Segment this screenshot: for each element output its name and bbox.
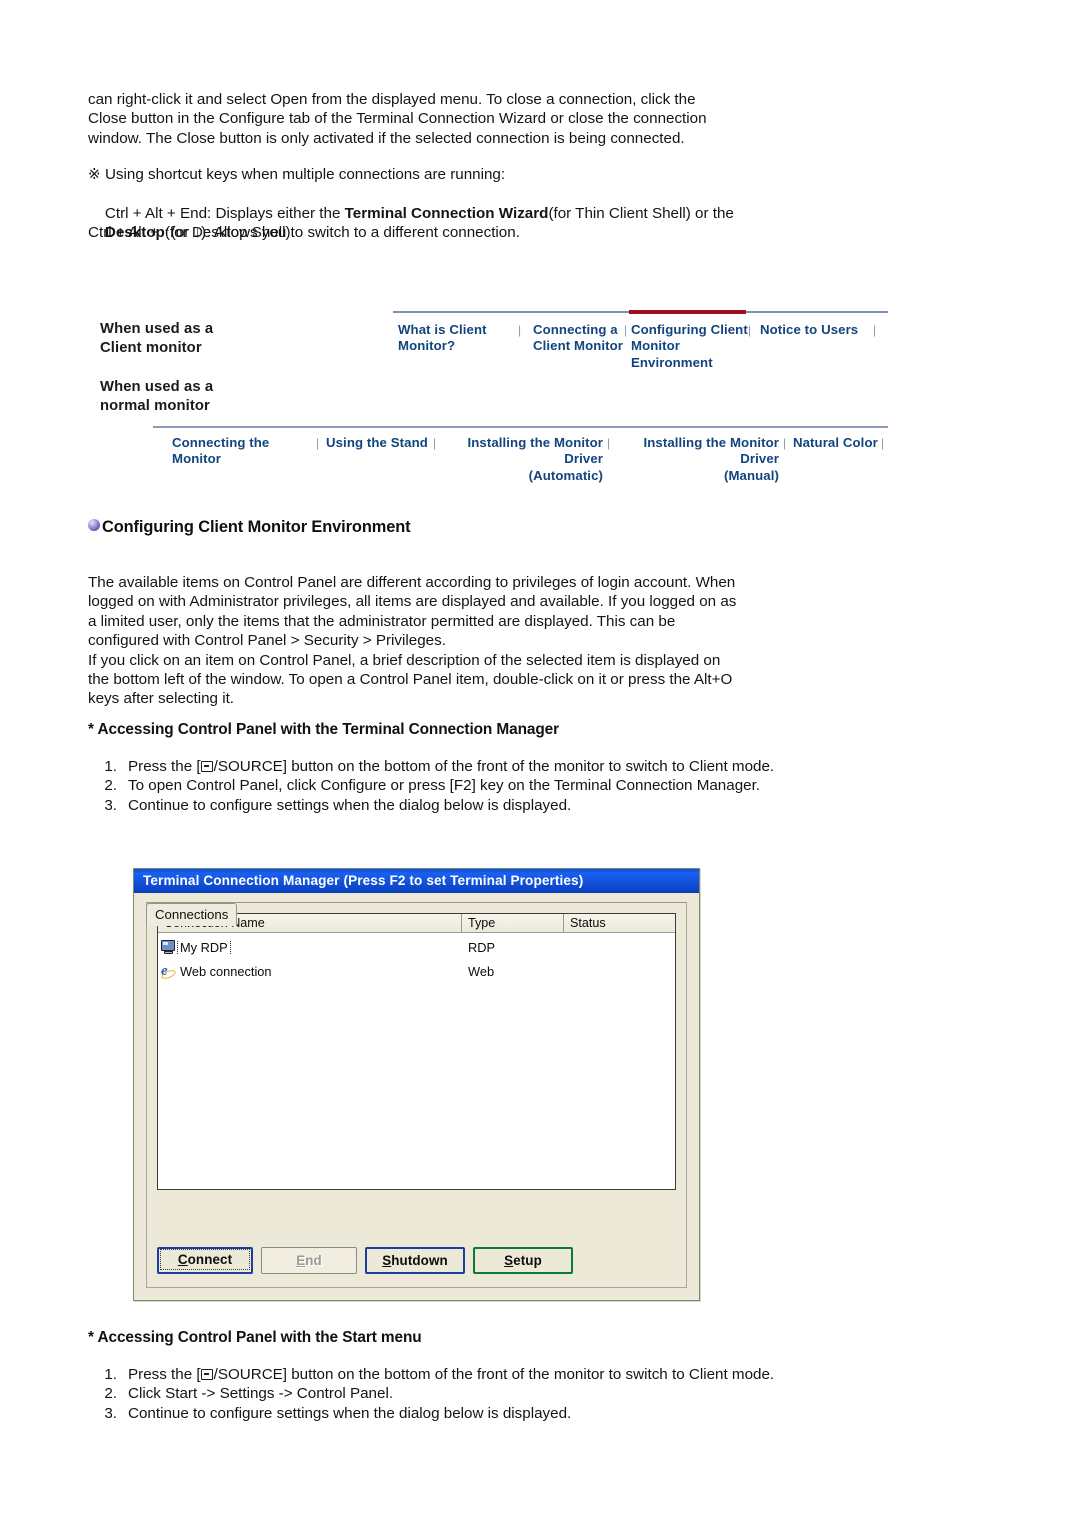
procedure-1-heading: * Accessing Control Panel with the Termi…: [88, 721, 559, 738]
terminal-connection-manager-dialog: Terminal Connection Manager (Press F2 to…: [133, 868, 700, 1301]
nav-link-natural-color[interactable]: Natural Color: [793, 435, 893, 451]
shutdown-button-accel: S: [382, 1253, 392, 1268]
setup-button[interactable]: Setup: [473, 1247, 573, 1274]
nav-group1-line1: When used as a: [100, 321, 214, 337]
nav-row2-rule: [153, 426, 888, 428]
nav-group1-line2: Client monitor: [100, 340, 202, 356]
nav-link-notice-to-users[interactable]: Notice to Users: [760, 322, 870, 338]
list-item: 2. To open Control Panel, click Configur…: [98, 776, 798, 795]
shortcut-heading: ※ Using shortcut keys when multiple conn…: [88, 166, 506, 183]
source-button-glyph-icon: [201, 1369, 214, 1380]
section-bullet-icon: [88, 519, 100, 531]
internet-explorer-icon: e: [160, 964, 177, 979]
list-item-number: 2.: [104, 1385, 117, 1403]
page-title: Configuring Client Monitor Environment: [102, 518, 411, 536]
nav-link-connecting-a-client-monitor[interactable]: Connecting a Client Monitor: [533, 322, 631, 355]
column-header-type[interactable]: Type: [462, 914, 564, 933]
connect-button-label: onnect: [187, 1252, 233, 1267]
nav-separator: |: [881, 436, 885, 450]
nav-link-connecting-the-monitor[interactable]: Connecting the Monitor: [172, 435, 312, 468]
dialog-title-bar: Terminal Connection Manager (Press F2 to…: [134, 869, 699, 893]
nav-separator: |: [748, 323, 752, 337]
source-button-glyph-icon: [201, 761, 214, 772]
nav-link-what-is-client-monitor[interactable]: What is Client Monitor?: [398, 322, 506, 355]
list-item-text: Press the [ /SOURCE] button on the bottom…: [128, 1365, 798, 1384]
end-button: End: [261, 1247, 357, 1274]
list-item-text: Continue to configure settings when the …: [128, 796, 572, 814]
connect-button[interactable]: Connect: [157, 1247, 253, 1274]
list-item-number: 1.: [104, 758, 117, 775]
row-connection-name: My RDP: [158, 939, 462, 955]
nav-active-indicator: [629, 310, 746, 314]
list-item-text: Continue to configure settings when the …: [128, 1404, 572, 1422]
list-item-text: Press the [ /SOURCE] button on the bottom…: [128, 757, 798, 776]
connection-name-label: Web connection: [180, 963, 272, 979]
dialog-button-row: Connect End Shutdown Setup: [157, 1247, 676, 1275]
row-connection-name: e Web connection: [158, 964, 462, 979]
list-item-number: 3.: [104, 796, 117, 814]
row-type: Web: [468, 963, 495, 979]
document-page: can right-click it and select Open from …: [0, 0, 1080, 1528]
nav-link-using-the-stand[interactable]: Using the Stand: [326, 435, 430, 451]
nav-group-normal-monitor-label: When used as a normal monitor: [100, 378, 213, 416]
list-item-number: 1.: [104, 1366, 117, 1383]
shutdown-button[interactable]: Shutdown: [365, 1247, 465, 1274]
connections-listview[interactable]: Connection Name Type Status My RDP RDP: [157, 913, 676, 1190]
nav-link-installing-monitor-driver-automatic[interactable]: Installing the Monitor Driver (Automatic…: [441, 435, 603, 484]
section-body-text: The available items on Control Panel are…: [88, 574, 737, 708]
list-item: 1. Press the [ /SOURCE] button on the bot…: [98, 1365, 798, 1384]
list-item: 3. Continue to configure settings when t…: [98, 796, 798, 815]
nav-group2-line2: normal monitor: [100, 398, 210, 414]
list-item: 2. Click Start -> Settings -> Control Pa…: [98, 1384, 798, 1403]
nav-separator: |: [316, 436, 320, 450]
procedure-2-heading: * Accessing Control Panel with the Start…: [88, 1329, 422, 1346]
end-button-label: nd: [305, 1253, 322, 1268]
nav-separator: |: [873, 323, 877, 337]
list-item: 1. Press the [ /SOURCE] button on the bot…: [98, 757, 798, 776]
table-row[interactable]: e Web connection Web: [158, 959, 675, 983]
nav-link-configuring-client-monitor-environment[interactable]: Configuring Client Monitor Environment: [631, 322, 753, 371]
nav-separator: |: [624, 323, 628, 337]
nav-separator: |: [433, 436, 437, 450]
shortcut-line-3: Ctrl + Alt + ↑(or ↓): Allows you to swit…: [88, 224, 520, 241]
navigation-block: When used as a Client monitor When used …: [88, 305, 888, 483]
nav-group2-line1: When used as a: [100, 379, 214, 395]
list-item-text: To open Control Panel, click Configure o…: [128, 777, 761, 795]
list-item-number: 2.: [104, 777, 117, 795]
column-header-status[interactable]: Status: [564, 914, 675, 933]
list-item-number: 3.: [104, 1404, 117, 1422]
connections-tab-pane: Connection Name Type Status My RDP RDP: [146, 902, 687, 1288]
nav-link-installing-monitor-driver-manual[interactable]: Installing the Monitor Driver (Manual): [616, 435, 779, 484]
step-text-suffix: /SOURCE] button on the bottom of the fro…: [213, 1366, 775, 1383]
connection-name-label: My RDP: [177, 939, 231, 955]
nav-group-client-monitor-label: When used as a Client monitor: [100, 320, 213, 358]
step-text-suffix: /SOURCE] button on the bottom of the fro…: [213, 758, 775, 775]
monitor-icon: [161, 940, 176, 954]
step-text-prefix: Press the [: [128, 1366, 201, 1383]
end-button-accel: E: [296, 1253, 306, 1268]
nav-separator: |: [783, 436, 787, 450]
tab-connections[interactable]: Connections: [146, 903, 238, 926]
table-row[interactable]: My RDP RDP: [158, 935, 675, 959]
step-text-prefix: Press the [: [128, 758, 201, 775]
procedure-2-list: 1. Press the [ /SOURCE] button on the bot…: [98, 1365, 798, 1423]
nav-separator: |: [607, 436, 611, 450]
setup-button-accel: S: [504, 1253, 514, 1268]
row-type: RDP: [468, 939, 496, 955]
nav-separator: |: [518, 323, 522, 337]
list-item-text: Click Start -> Settings -> Control Panel…: [128, 1385, 394, 1403]
connect-button-accel: C: [177, 1252, 188, 1267]
intro-paragraph: can right-click it and select Open from …: [88, 91, 707, 147]
procedure-1-list: 1. Press the [ /SOURCE] button on the bot…: [98, 757, 798, 815]
setup-button-label: etup: [513, 1253, 542, 1268]
shutdown-button-label: hutdown: [391, 1253, 448, 1268]
list-item: 3. Continue to configure settings when t…: [98, 1404, 798, 1423]
